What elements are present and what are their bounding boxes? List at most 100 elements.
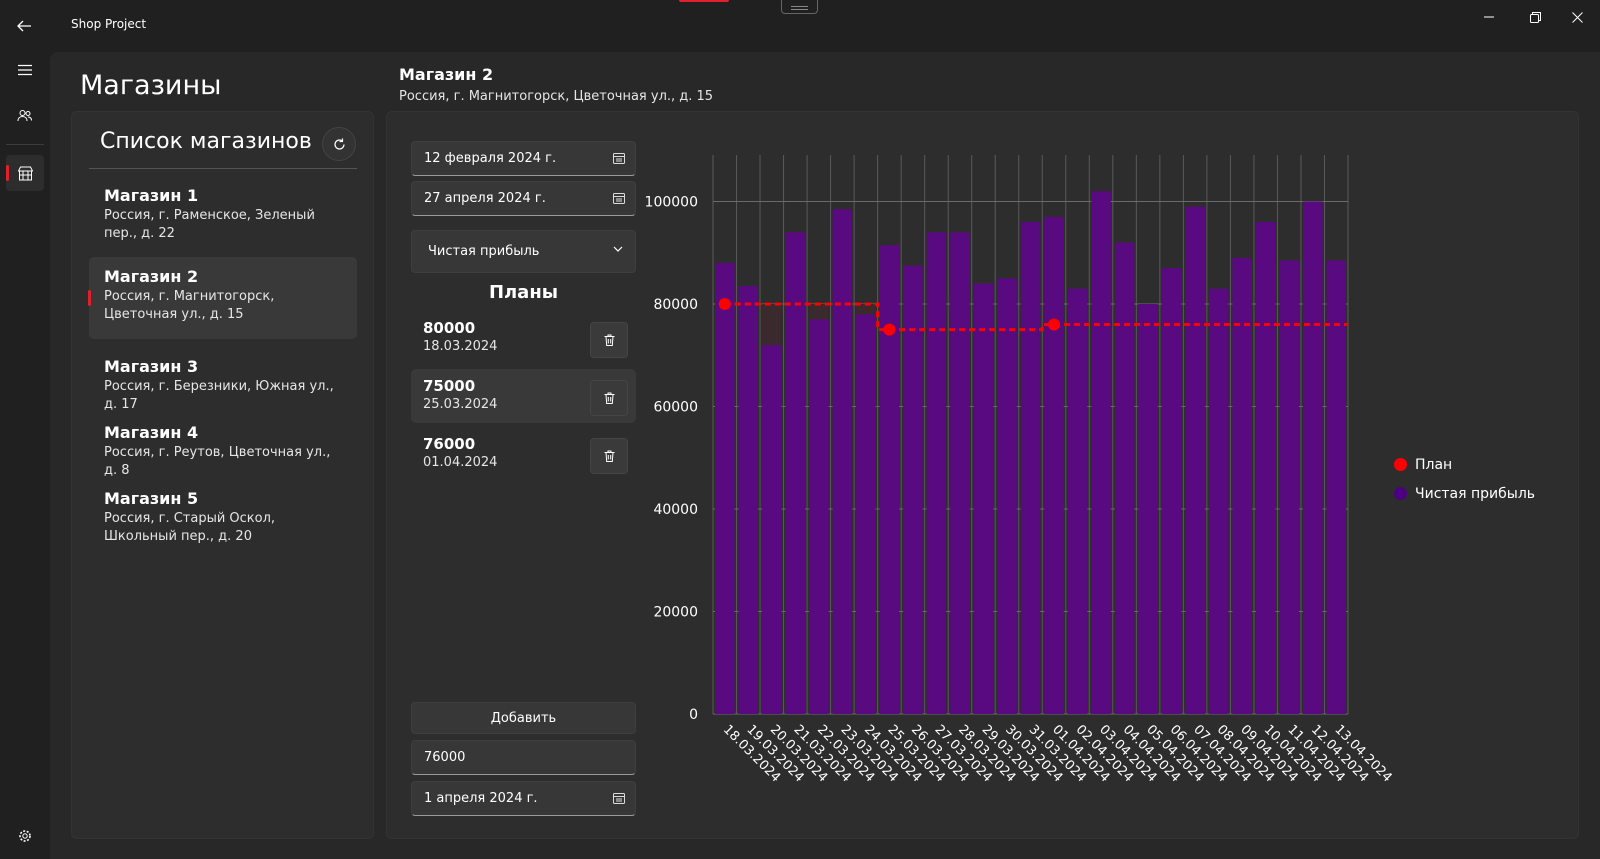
plan-value-input-text: 76000: [424, 750, 466, 765]
chart-bar: [926, 232, 947, 714]
store-icon: [17, 166, 33, 180]
minimize-button[interactable]: [1466, 6, 1512, 28]
calendar-icon: [613, 193, 625, 204]
chart-bar: [903, 265, 923, 714]
chart-bar-shortfall: [809, 304, 829, 320]
nav-item-settings[interactable]: [6, 818, 44, 854]
chart-bar: [1138, 304, 1158, 714]
chart-bar: [1161, 268, 1182, 714]
chart-bar: [738, 286, 759, 714]
legend-swatch-profit: [1394, 487, 1407, 500]
metric-selected-value: Чистая прибыль: [428, 244, 540, 259]
delete-plan-button[interactable]: [590, 322, 628, 358]
chart-bar: [1091, 191, 1111, 714]
chart-bar: [1067, 288, 1088, 714]
y-tick-label: 0: [689, 707, 698, 723]
y-tick-label: 80000: [653, 297, 698, 313]
profit-chart: 02000040000600008000010000018.03.202419.…: [645, 155, 1395, 785]
plan-item[interactable]: 75000 25.03.2024: [411, 369, 636, 423]
nav-item-shops[interactable]: [6, 155, 44, 191]
plan-item[interactable]: 80000 18.03.2024: [411, 311, 636, 365]
shop-address: Россия, г. Магнитогорск, Цветочная ул., …: [104, 289, 275, 322]
nav-item-users[interactable]: [6, 98, 44, 134]
chart-bar: [1044, 216, 1064, 714]
chart-bar: [832, 209, 853, 714]
people-icon: [17, 110, 32, 122]
restore-icon: [1529, 11, 1541, 23]
legend-swatch-plan: [1394, 458, 1407, 471]
refresh-icon: [333, 138, 345, 150]
shop-name: Магазин 3: [104, 357, 199, 376]
gear-icon: [19, 830, 31, 842]
chart-bar: [809, 319, 829, 714]
date-to-picker[interactable]: 27 апреля 2024 г.: [411, 181, 636, 216]
shop-list-item[interactable]: Магазин 4 Россия, г. Реутов, Цветочная у…: [89, 413, 357, 488]
add-plan-button[interactable]: Добавить: [411, 702, 636, 734]
legend-item-plan: План: [1394, 450, 1535, 479]
restore-button[interactable]: [1512, 6, 1558, 28]
delete-plan-button[interactable]: [590, 438, 628, 474]
shop-address: Россия, г. Раменское, Зеленый пер., д. 2…: [104, 208, 315, 241]
plans-title: Планы: [488, 282, 559, 303]
plan-date-input-text: 1 апреля 2024 г.: [424, 791, 538, 806]
plan-marker: [883, 323, 896, 336]
chart-bar: [879, 245, 900, 714]
chart-legend: План Чистая прибыль: [1394, 450, 1535, 508]
metric-dropdown[interactable]: Чистая прибыль: [411, 230, 636, 273]
legend-label-profit: Чистая прибыль: [1415, 485, 1536, 502]
shop-list-item[interactable]: Магазин 3 Россия, г. Березники, Южная ул…: [89, 347, 357, 422]
legend-item-profit: Чистая прибыль: [1394, 479, 1535, 508]
date-from-picker[interactable]: 12 февраля 2024 г.: [411, 141, 636, 176]
chart-bar: [1255, 222, 1276, 714]
shop-address: Россия, г. Березники, Южная ул., д. 17: [104, 379, 334, 412]
plan-marker: [1048, 318, 1061, 331]
chart-bar: [1302, 201, 1323, 714]
chart-bar: [1326, 260, 1346, 714]
selected-shop-address: Россия, г. Магнитогорск, Цветочная ул., …: [399, 89, 714, 104]
shop-name: Магазин 1: [104, 186, 199, 205]
trash-icon: [604, 450, 614, 462]
shop-name: Магазин 5: [104, 489, 199, 508]
close-icon: [1571, 11, 1583, 23]
page-title: Магазины: [80, 70, 222, 101]
nav-selection-indicator: [6, 165, 9, 181]
chart-bar: [1279, 260, 1299, 714]
chart-bar-shortfall: [762, 304, 782, 345]
plan-item[interactable]: 76000 01.04.2024: [411, 427, 636, 481]
chart-bar: [1185, 206, 1205, 714]
refresh-button[interactable]: [322, 127, 356, 161]
plan-value-input[interactable]: 76000: [411, 740, 636, 775]
shop-name: Магазин 4: [104, 423, 199, 442]
chart-bar-shortfall: [856, 304, 876, 315]
shop-name: Магазин 2: [104, 267, 199, 286]
chart-bar: [715, 263, 735, 714]
shop-address: Россия, г. Старый Оскол, Школьный пер., …: [104, 511, 276, 544]
shop-address: Россия, г. Реутов, Цветочная ул., д. 8: [104, 445, 331, 478]
chart-bar: [973, 283, 994, 714]
y-tick-label: 20000: [653, 605, 698, 621]
y-tick-label: 100000: [645, 195, 698, 211]
delete-plan-button[interactable]: [590, 380, 628, 416]
hamburger-menu-button[interactable]: [6, 52, 44, 88]
date-to-value: 27 апреля 2024 г.: [424, 191, 546, 206]
back-button[interactable]: [8, 10, 40, 42]
trash-icon: [604, 334, 614, 346]
selected-shop-name: Магазин 2: [399, 65, 494, 84]
chart-bar: [950, 232, 970, 714]
plan-date-picker[interactable]: 1 апреля 2024 г.: [411, 781, 636, 816]
minimize-icon: [1484, 16, 1494, 18]
shop-list-item[interactable]: Магазин 1 Россия, г. Раменское, Зеленый …: [89, 176, 357, 251]
legend-label-plan: План: [1415, 456, 1453, 473]
drag-handle[interactable]: [781, 0, 818, 14]
shop-selection-indicator: [88, 290, 91, 306]
chart-bar: [1232, 257, 1252, 714]
shop-list-item-selected[interactable]: Магазин 2 Россия, г. Магнитогорск, Цвето…: [89, 257, 357, 339]
chart-bar: [762, 345, 782, 714]
hamburger-menu-icon: [18, 64, 32, 76]
chart-bar: [1020, 222, 1041, 714]
shop-list-item[interactable]: Магазин 5 Россия, г. Старый Оскол, Школь…: [89, 479, 357, 554]
close-button[interactable]: [1554, 6, 1600, 28]
y-tick-label: 40000: [653, 502, 698, 518]
calendar-icon: [613, 153, 625, 164]
trash-icon: [604, 392, 614, 404]
